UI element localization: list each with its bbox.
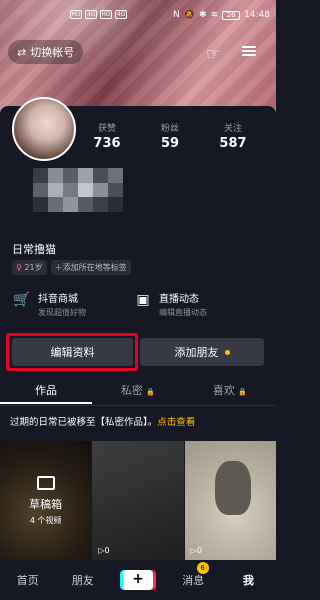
shortcut-subtitle: 发现超值好物 [38, 308, 86, 317]
battery-icon: 26 [222, 10, 241, 20]
plus-icon: + [123, 570, 153, 590]
draft-icon [36, 476, 55, 490]
menu-icon[interactable] [242, 44, 256, 58]
add-friend-label: 添加朋友 [174, 346, 219, 359]
pixelated-username [33, 168, 123, 212]
video-tile[interactable]: ▷0 [92, 441, 184, 561]
add-friend-button[interactable]: 添加朋友 [140, 338, 264, 366]
avatar[interactable] [12, 97, 76, 161]
stat-value: 736 [93, 136, 121, 151]
stat-label: 获赞 [97, 124, 116, 134]
tab-likes[interactable]: 喜欢 🔒 [184, 382, 276, 406]
nav-home[interactable]: 首页 [0, 572, 55, 588]
stat-label: 粉丝 [160, 124, 179, 134]
stat-value: 587 [219, 136, 247, 151]
nav-friends[interactable]: 朋友 [55, 572, 110, 588]
rabbit-image [214, 461, 251, 515]
bell-off-icon: 🔕 [183, 10, 195, 20]
notice-link[interactable]: 点击查看 [157, 417, 195, 428]
play-count: ▷0 [191, 546, 202, 555]
play-count: ▷0 [98, 546, 109, 555]
age-tag-label: 21岁 [24, 263, 43, 272]
live-icon: ▣ [136, 292, 150, 308]
highlight-box [6, 333, 138, 371]
draft-title: 草稿箱 [29, 498, 63, 511]
video-tile[interactable]: ▷0 [184, 441, 276, 561]
notification-dot [224, 349, 230, 355]
draft-overlay: 草稿箱 4 个视频 [0, 441, 92, 561]
age-tag: ♀ 21岁 [12, 260, 47, 275]
shortcut-title: 抖音商城 [38, 294, 78, 305]
status-badge: 4G [115, 10, 127, 19]
live-shortcut[interactable]: ▣ 直播动态 编辑直播动态 [133, 290, 207, 318]
play-count-value: 0 [196, 546, 202, 555]
tab-label: 私密 [120, 384, 143, 397]
active-tab-indicator [0, 402, 92, 404]
stat-label: 关注 [223, 124, 242, 134]
swap-icon: ⇄ [17, 45, 27, 59]
draft-count: 4 个视频 [29, 516, 62, 525]
status-badge: 4G [85, 10, 97, 19]
play-count-value: 0 [104, 546, 110, 555]
switch-account-label: 切换帐号 [30, 46, 75, 59]
bluetooth-icon: ✱ [198, 10, 207, 20]
switch-account-button[interactable]: ⇄ 切换帐号 [8, 40, 84, 64]
status-bar: HD 4G HD 4G N 🔕 ✱ ≋ 26 14:48 [0, 0, 276, 24]
stat-followers[interactable]: 粉丝 59 [155, 121, 185, 151]
shortcut-title: 直播动态 [159, 294, 199, 305]
status-badge: HD [70, 10, 82, 19]
bottom-nav: 首页 朋友 + 消息 6 我 [0, 560, 276, 600]
nav-messages-label: 消息 [182, 574, 205, 587]
notice-text: 过期的日常已被移至【私密作品】。 [10, 417, 158, 428]
bio-text: 日常撸猫 [12, 243, 56, 256]
nav-me[interactable]: 我 [221, 572, 276, 588]
female-icon: ♀ [16, 263, 22, 272]
add-location-tag[interactable]: ＋添加所在地等标签 [50, 260, 131, 275]
wifi-icon: ≋ [210, 10, 219, 20]
tab-label: 喜欢 [212, 384, 235, 397]
tab-label: 作品 [35, 384, 57, 397]
cart-icon: 🛒 [13, 292, 31, 308]
shortcut-subtitle: 编辑直播动态 [159, 308, 207, 317]
hand-pointer-icon[interactable]: ☞ [206, 44, 220, 63]
lock-icon: 🔒 [146, 388, 156, 396]
stat-following[interactable]: 关注 587 [218, 121, 248, 151]
video-grid: 草稿箱 4 个视频 ▷0 ▷0 [0, 441, 276, 561]
stat-likes[interactable]: 获赞 736 [92, 121, 122, 151]
nav-create[interactable]: + [110, 570, 165, 590]
status-badge: HD [100, 10, 112, 19]
profile-tags: ♀ 21岁 ＋添加所在地等标签 [12, 260, 131, 275]
stat-value: 59 [160, 136, 180, 151]
shop-shortcut[interactable]: 🛒 抖音商城 发现超值好物 [12, 290, 86, 318]
tab-private[interactable]: 私密 🔒 [92, 382, 184, 406]
draft-box-tile[interactable]: 草稿箱 4 个视频 [0, 441, 92, 561]
nfc-icon: N [173, 10, 180, 20]
nav-messages[interactable]: 消息 6 [166, 562, 221, 588]
status-time: 14:48 [244, 10, 270, 20]
lock-icon: 🔒 [238, 388, 248, 396]
divider [0, 405, 276, 406]
message-badge: 6 [196, 562, 209, 574]
notice-banner: 过期的日常已被移至【私密作品】。点击查看 [10, 414, 195, 428]
